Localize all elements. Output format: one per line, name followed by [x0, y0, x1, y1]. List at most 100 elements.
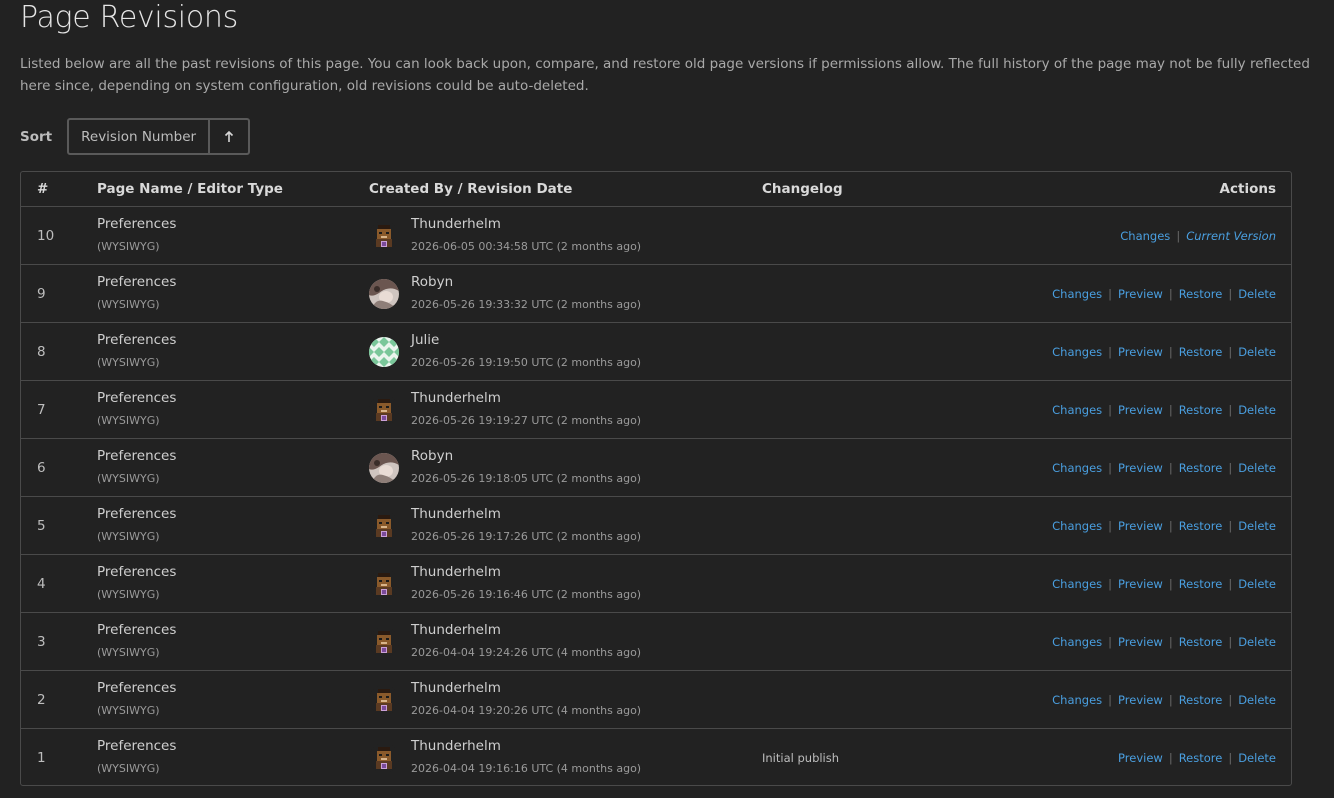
row-actions: Changes | Preview | Restore | Delete	[1052, 613, 1276, 670]
user-name[interactable]: Thunderhelm	[411, 738, 501, 754]
changes-link[interactable]: Changes	[1052, 519, 1102, 533]
table-row: 4 Preferences (WYSIWYG) Thunderhelm 2026-05-…	[21, 554, 1291, 612]
avatar	[369, 685, 399, 715]
restore-link[interactable]: Restore	[1179, 403, 1223, 417]
preview-link[interactable]: Preview	[1118, 635, 1163, 649]
restore-link[interactable]: Restore	[1179, 519, 1223, 533]
sort-box: Revision Number	[67, 118, 251, 155]
action-separator: |	[1168, 460, 1173, 475]
user-name[interactable]: Robyn	[411, 448, 453, 464]
row-actions: Changes | Preview | Restore | Delete	[1052, 265, 1276, 322]
revision-number: 6	[37, 459, 46, 476]
changes-link[interactable]: Changes	[1120, 229, 1170, 243]
action-separator: |	[1168, 692, 1173, 707]
delete-link[interactable]: Delete	[1238, 751, 1276, 765]
row-actions: Changes | Preview | Restore | Delete	[1052, 381, 1276, 438]
restore-link[interactable]: Restore	[1179, 693, 1223, 707]
header-created: Created By / Revision Date	[369, 181, 573, 197]
editor-type: (WYSIWYG)	[97, 530, 160, 543]
restore-link[interactable]: Restore	[1179, 287, 1223, 301]
preview-link[interactable]: Preview	[1118, 403, 1163, 417]
revision-date: 2026-05-26 19:33:32 UTC (2 months ago)	[411, 298, 642, 311]
revision-date: 2026-05-26 19:19:50 UTC (2 months ago)	[411, 356, 642, 369]
user-name[interactable]: Thunderhelm	[411, 390, 501, 406]
preview-link[interactable]: Preview	[1118, 461, 1163, 475]
action-separator: |	[1228, 634, 1233, 649]
preview-link[interactable]: Preview	[1118, 519, 1163, 533]
action-separator: |	[1168, 518, 1173, 533]
action-separator: |	[1108, 460, 1113, 475]
page-name: Preferences	[97, 680, 177, 696]
delete-link[interactable]: Delete	[1238, 403, 1276, 417]
revision-number: 5	[37, 517, 46, 534]
avatar	[369, 743, 399, 773]
avatar	[369, 395, 399, 425]
action-separator: |	[1168, 750, 1173, 765]
changes-link[interactable]: Changes	[1052, 635, 1102, 649]
user-name[interactable]: Thunderhelm	[411, 564, 501, 580]
page-name: Preferences	[97, 738, 177, 754]
revision-date: 2026-05-26 19:17:26 UTC (2 months ago)	[411, 530, 642, 543]
action-separator: |	[1228, 286, 1233, 301]
user-name[interactable]: Thunderhelm	[411, 216, 501, 232]
changes-link[interactable]: Changes	[1052, 403, 1102, 417]
page-name: Preferences	[97, 274, 177, 290]
delete-link[interactable]: Delete	[1238, 287, 1276, 301]
restore-link[interactable]: Restore	[1179, 635, 1223, 649]
current-version-link[interactable]: Current Version	[1186, 229, 1276, 243]
changes-link[interactable]: Changes	[1052, 287, 1102, 301]
header-num: #	[37, 181, 49, 197]
changelog: Initial publish	[762, 750, 840, 765]
editor-type: (WYSIWYG)	[97, 414, 160, 427]
action-separator: |	[1168, 286, 1173, 301]
changes-link[interactable]: Changes	[1052, 693, 1102, 707]
table-row: 6 Preferences (WYSIWYG) Robyn 2026-05-26 19:…	[21, 438, 1291, 496]
user-name[interactable]: Thunderhelm	[411, 622, 501, 638]
delete-link[interactable]: Delete	[1238, 461, 1276, 475]
restore-link[interactable]: Restore	[1179, 751, 1223, 765]
page-name: Preferences	[97, 622, 177, 638]
page-title: Page Revisions	[20, 0, 238, 35]
user-name[interactable]: Robyn	[411, 274, 453, 290]
sort-direction-button[interactable]	[210, 120, 248, 153]
restore-link[interactable]: Restore	[1179, 461, 1223, 475]
delete-link[interactable]: Delete	[1238, 635, 1276, 649]
action-separator: |	[1176, 228, 1181, 243]
restore-link[interactable]: Restore	[1179, 345, 1223, 359]
action-separator: |	[1108, 518, 1113, 533]
page-name: Preferences	[97, 332, 177, 348]
revision-number: 8	[37, 343, 46, 360]
row-actions: Changes | Preview | Restore | Delete	[1052, 439, 1276, 496]
action-separator: |	[1168, 402, 1173, 417]
preview-link[interactable]: Preview	[1118, 751, 1163, 765]
action-separator: |	[1108, 692, 1113, 707]
revision-number: 4	[37, 575, 46, 592]
row-actions: Changes | Preview | Restore | Delete	[1052, 671, 1276, 728]
header-changelog: Changelog	[762, 181, 843, 197]
editor-type: (WYSIWYG)	[97, 762, 160, 775]
user-name[interactable]: Julie	[411, 332, 439, 348]
avatar	[369, 569, 399, 599]
restore-link[interactable]: Restore	[1179, 577, 1223, 591]
preview-link[interactable]: Preview	[1118, 693, 1163, 707]
user-name[interactable]: Thunderhelm	[411, 680, 501, 696]
sort-select[interactable]: Revision Number	[69, 120, 211, 153]
delete-link[interactable]: Delete	[1238, 693, 1276, 707]
preview-link[interactable]: Preview	[1118, 577, 1163, 591]
delete-link[interactable]: Delete	[1238, 519, 1276, 533]
delete-link[interactable]: Delete	[1238, 345, 1276, 359]
revision-date: 2026-06-05 00:34:58 UTC (2 months ago)	[411, 240, 642, 253]
table-row: 7 Preferences (WYSIWYG) Thunderhelm 2026-05-…	[21, 380, 1291, 438]
preview-link[interactable]: Preview	[1118, 287, 1163, 301]
avatar	[369, 221, 399, 251]
action-separator: |	[1168, 344, 1173, 359]
action-separator: |	[1228, 692, 1233, 707]
changes-link[interactable]: Changes	[1052, 577, 1102, 591]
preview-link[interactable]: Preview	[1118, 345, 1163, 359]
changes-link[interactable]: Changes	[1052, 345, 1102, 359]
row-actions: Changes | Preview | Restore | Delete	[1052, 555, 1276, 612]
delete-link[interactable]: Delete	[1238, 577, 1276, 591]
changes-link[interactable]: Changes	[1052, 461, 1102, 475]
revision-date: 2026-04-04 19:24:26 UTC (4 months ago)	[411, 646, 642, 659]
user-name[interactable]: Thunderhelm	[411, 506, 501, 522]
